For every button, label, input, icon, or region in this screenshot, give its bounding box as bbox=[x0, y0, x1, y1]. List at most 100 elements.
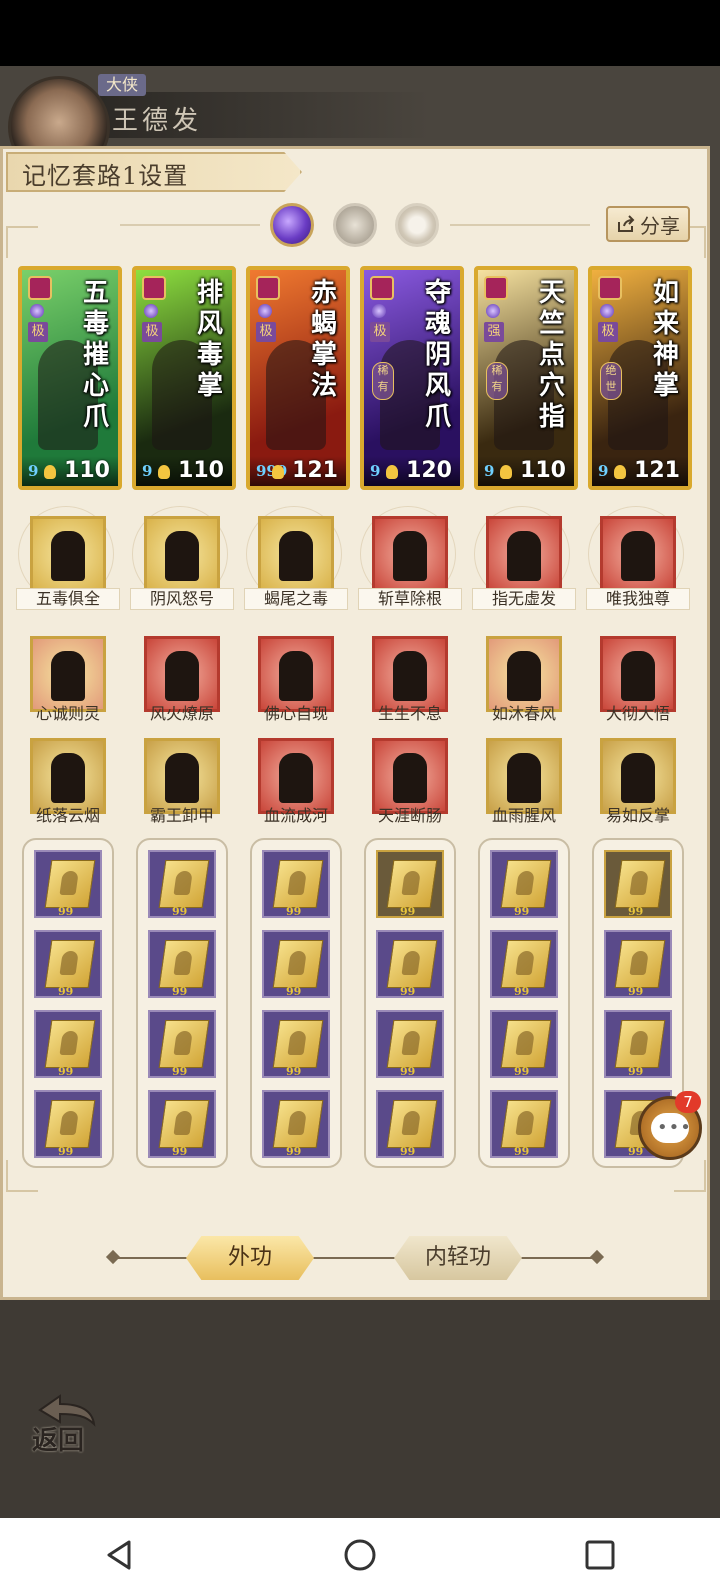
technique-card[interactable]: 极赤蝎掌法999121 bbox=[246, 266, 350, 490]
skill-slot[interactable]: 阴风怒号 bbox=[130, 506, 234, 614]
skill-slot[interactable]: 佛心自现 bbox=[244, 626, 348, 734]
skill-slot[interactable]: 易如反掌 bbox=[586, 728, 690, 836]
card-tier: 极 bbox=[598, 322, 618, 342]
skill-silhouette bbox=[393, 531, 427, 581]
skill-slot[interactable]: 天涯断肠 bbox=[358, 728, 462, 836]
skill-slot[interactable]: 蝎尾之毒 bbox=[244, 506, 348, 614]
skill-slot[interactable]: 五毒俱全 bbox=[16, 506, 120, 614]
skill-silhouette bbox=[621, 651, 655, 701]
skill-label: 指无虚发 bbox=[472, 588, 576, 610]
manual-book-slot[interactable]: 99 bbox=[34, 1010, 102, 1078]
technique-card[interactable]: 极稀有 夺魂阴风爪 9 120 bbox=[360, 266, 464, 490]
manual-book-slot[interactable]: 99 bbox=[490, 1010, 558, 1078]
tab-divider-line bbox=[310, 1257, 400, 1259]
skill-slot[interactable]: 血流成河 bbox=[244, 728, 348, 836]
skill-slot[interactable]: 指无虚发 bbox=[472, 506, 576, 614]
manual-book-slot[interactable]: 99 bbox=[148, 1090, 216, 1158]
skill-silhouette bbox=[165, 753, 199, 803]
skill-silhouette bbox=[279, 531, 313, 581]
hand-icon bbox=[386, 465, 398, 479]
manual-book-slot[interactable]: 99 bbox=[262, 1090, 330, 1158]
manual-book-slot[interactable]: 99 bbox=[376, 1090, 444, 1158]
skill-slot[interactable]: 生生不息 bbox=[358, 626, 462, 734]
manual-book-slot[interactable]: 99 bbox=[376, 1010, 444, 1078]
manual-book-slot[interactable]: 99 bbox=[148, 930, 216, 998]
skill-silhouette bbox=[507, 531, 541, 581]
card-rarity-badge: 稀有 bbox=[486, 362, 508, 400]
rarity-icon bbox=[142, 276, 166, 300]
nav-recents-button[interactable] bbox=[570, 1525, 630, 1585]
skill-slot[interactable]: 霸王卸甲 bbox=[130, 728, 234, 836]
technique-card[interactable]: 极绝世 如来神掌 9 121 bbox=[588, 266, 692, 490]
manual-book-slot[interactable]: 99 bbox=[148, 1010, 216, 1078]
manual-book-slot[interactable]: 99 bbox=[490, 930, 558, 998]
purple-orb-icon bbox=[486, 304, 500, 318]
skill-slot[interactable]: 大彻大悟 bbox=[586, 626, 690, 734]
book-level: 99 bbox=[58, 1145, 74, 1158]
manual-book-slot[interactable]: 99 bbox=[604, 930, 672, 998]
hero-name: 王德发 bbox=[112, 106, 203, 136]
tab-internal-lightness-kungfu[interactable]: 内轻功 bbox=[394, 1236, 522, 1280]
manual-book-slot[interactable]: 99 bbox=[262, 850, 330, 918]
manual-book-icon bbox=[272, 1100, 324, 1148]
card-tier: 极 bbox=[256, 322, 276, 342]
skill-slot[interactable]: 如沐春风 bbox=[472, 626, 576, 734]
technique-card[interactable]: 强稀有 天竺点穴指 9 110 bbox=[474, 266, 578, 490]
manual-book-slot[interactable]: 99 bbox=[148, 850, 216, 918]
manual-book-icon bbox=[272, 940, 324, 988]
manual-book-slot[interactable]: 99 bbox=[262, 1010, 330, 1078]
book-level: 99 bbox=[514, 985, 530, 998]
skill-icon bbox=[30, 636, 106, 712]
book-level: 99 bbox=[628, 1065, 644, 1078]
tab-external-kungfu[interactable]: 外功 bbox=[186, 1236, 314, 1280]
skill-slot[interactable]: 血雨腥风 bbox=[472, 728, 576, 836]
card-gem-count: 9 bbox=[598, 462, 609, 480]
skill-label: 五毒俱全 bbox=[16, 588, 120, 610]
hero-rank-badge: 大侠 bbox=[98, 74, 147, 96]
routine-slot-1-orb[interactable] bbox=[270, 203, 314, 247]
skill-slot[interactable]: 唯我独尊 bbox=[586, 506, 690, 614]
card-power-value: 110 bbox=[520, 458, 566, 483]
manual-book-slot[interactable]: 99 bbox=[34, 930, 102, 998]
manual-book-icon bbox=[500, 860, 552, 908]
nav-home-button[interactable] bbox=[330, 1525, 390, 1585]
card-power-value: 110 bbox=[64, 458, 110, 483]
manual-book-slot[interactable]: 99 bbox=[604, 850, 672, 918]
book-level: 99 bbox=[286, 1065, 302, 1078]
card-name: 夺魂阴风爪 bbox=[424, 278, 451, 432]
purple-orb-icon bbox=[600, 304, 614, 318]
hand-icon bbox=[500, 465, 512, 479]
book-level: 99 bbox=[400, 985, 416, 998]
manual-book-slot[interactable]: 99 bbox=[376, 850, 444, 918]
card-name: 排风毒掌 bbox=[196, 278, 223, 401]
skill-silhouette bbox=[507, 651, 541, 701]
manual-book-slot[interactable]: 99 bbox=[604, 1010, 672, 1078]
share-button[interactable]: 分享 bbox=[606, 206, 690, 242]
technique-card[interactable]: 极 五毒摧心爪 9 110 bbox=[18, 266, 122, 490]
skill-slot[interactable]: 斩草除根 bbox=[358, 506, 462, 614]
skill-slot[interactable]: 风火燎原 bbox=[130, 626, 234, 734]
back-label: 返回 bbox=[32, 1426, 85, 1456]
manual-book-slot[interactable]: 99 bbox=[34, 850, 102, 918]
routine-slot-2-orb[interactable] bbox=[333, 203, 377, 247]
skill-slot[interactable]: 心诚则灵 bbox=[16, 626, 120, 734]
skill-slot[interactable]: 纸落云烟 bbox=[16, 728, 120, 836]
book-level: 99 bbox=[172, 1145, 188, 1158]
skill-icon bbox=[486, 738, 562, 814]
manual-book-slot[interactable]: 99 bbox=[262, 930, 330, 998]
routine-slot-3-orb[interactable] bbox=[395, 203, 439, 247]
technique-card[interactable]: 极 排风毒掌 9 110 bbox=[132, 266, 236, 490]
skill-icon bbox=[144, 516, 220, 592]
skill-label: 蝎尾之毒 bbox=[244, 588, 348, 610]
manual-book-slot[interactable]: 99 bbox=[490, 1090, 558, 1158]
manual-book-slot[interactable]: 99 bbox=[34, 1090, 102, 1158]
skill-icon bbox=[144, 738, 220, 814]
chat-button[interactable]: ••• 7 bbox=[638, 1091, 702, 1160]
panel-title: 记忆套路1设置 bbox=[22, 162, 189, 190]
skill-icon bbox=[486, 516, 562, 592]
manual-book-icon bbox=[158, 1100, 210, 1148]
tab-divider-line bbox=[516, 1257, 596, 1259]
nav-back-button[interactable] bbox=[90, 1525, 150, 1585]
manual-book-slot[interactable]: 99 bbox=[490, 850, 558, 918]
manual-book-slot[interactable]: 99 bbox=[376, 930, 444, 998]
